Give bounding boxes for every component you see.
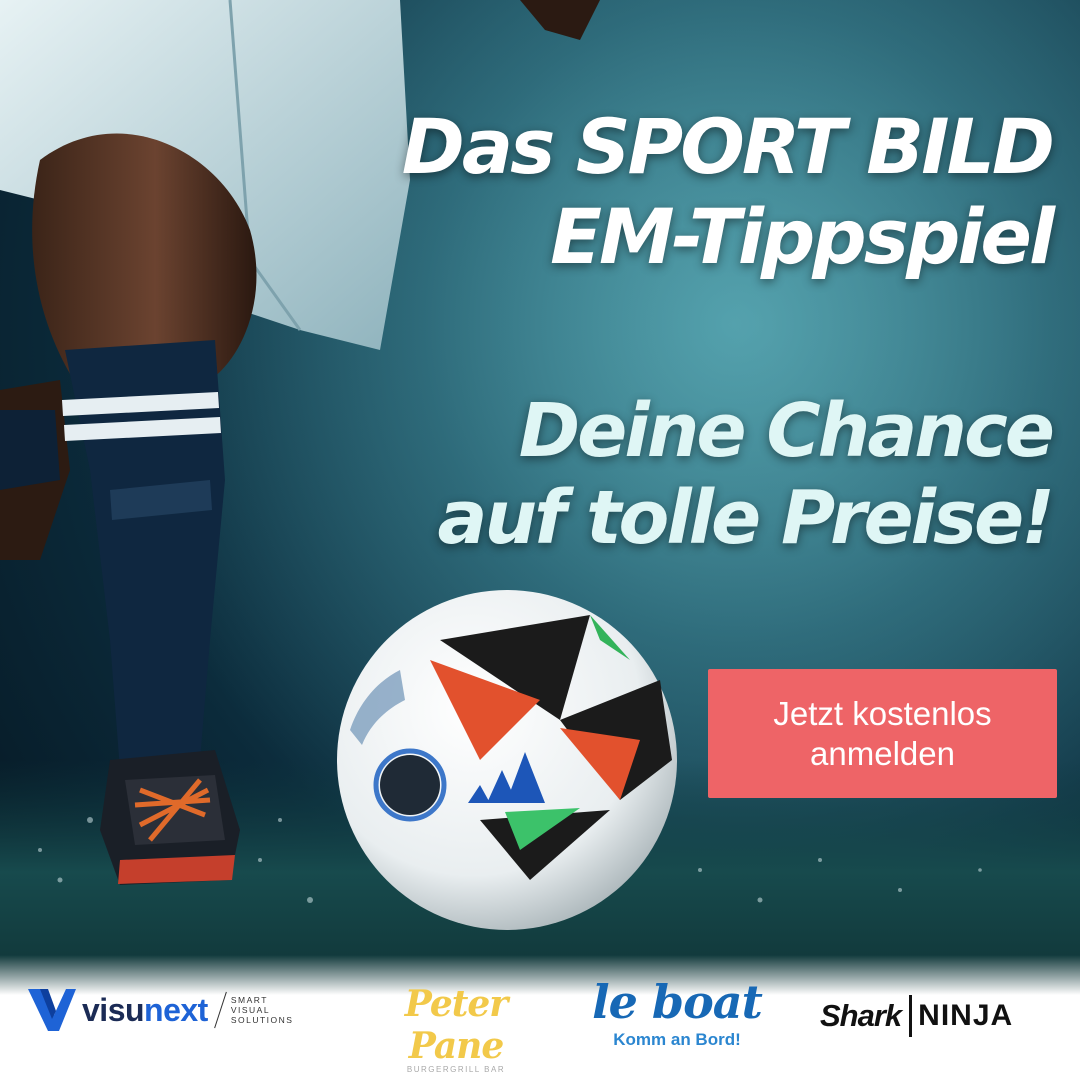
register-button[interactable]: Jetzt kostenlos anmelden [708, 669, 1057, 798]
headline: Das SPORT BILD EM-Tippspiel [292, 102, 1055, 281]
visunext-logo: visunext SMART VISUAL SOLUTIONS [26, 985, 293, 1035]
visunext-tagline-3: SOLUTIONS [230, 1015, 294, 1025]
visunext-tagline-1: SMART [230, 995, 268, 1005]
headline-line-1: Das SPORT BILD [401, 102, 1055, 191]
visunext-wordmark-part1: visu [82, 991, 145, 1028]
visunext-tagline-2: VISUAL [230, 1005, 271, 1015]
le-boat-wordmark: le boat [592, 975, 763, 1029]
sharkninja-logo: Shark NINJA [820, 995, 1013, 1037]
visunext-tagline: SMART VISUAL SOLUTIONS [231, 995, 294, 1025]
subheadline-line-1: Deine Chance [518, 388, 1055, 474]
register-button-line-2: anmelden [810, 734, 955, 772]
le-boat-logo: le boat Komm an Bord! [578, 978, 776, 1050]
visunext-divider [213, 991, 227, 1029]
visunext-wordmark-part2: next [144, 991, 208, 1028]
sharkninja-divider [909, 995, 913, 1037]
sharkninja-shark: Shark [820, 998, 902, 1033]
peter-pane-logo: Peter Pane BURGERGRILL BAR [380, 983, 532, 1074]
ball-graphic [337, 590, 677, 930]
subheadline-line-2: auf tolle Preise! [437, 474, 1055, 561]
peter-pane-wordmark: Peter Pane [404, 983, 509, 1067]
subheadline: Deine Chance auf tolle Preise! [292, 388, 1055, 561]
peter-pane-tagline: BURGERGRILL BAR [406, 1065, 506, 1074]
visunext-v-icon [28, 989, 76, 1031]
headline-line-2: EM-Tippspiel [550, 191, 1055, 281]
le-boat-tagline: Komm an Bord! [613, 1030, 741, 1049]
visunext-wordmark: visunext [82, 992, 208, 1029]
sharkninja-ninja: NINJA [918, 999, 1014, 1032]
ad-banner: Das SPORT BILD EM-Tippspiel Deine Chance… [0, 0, 1080, 1080]
register-button-line-1: Jetzt kostenlos [773, 694, 992, 732]
